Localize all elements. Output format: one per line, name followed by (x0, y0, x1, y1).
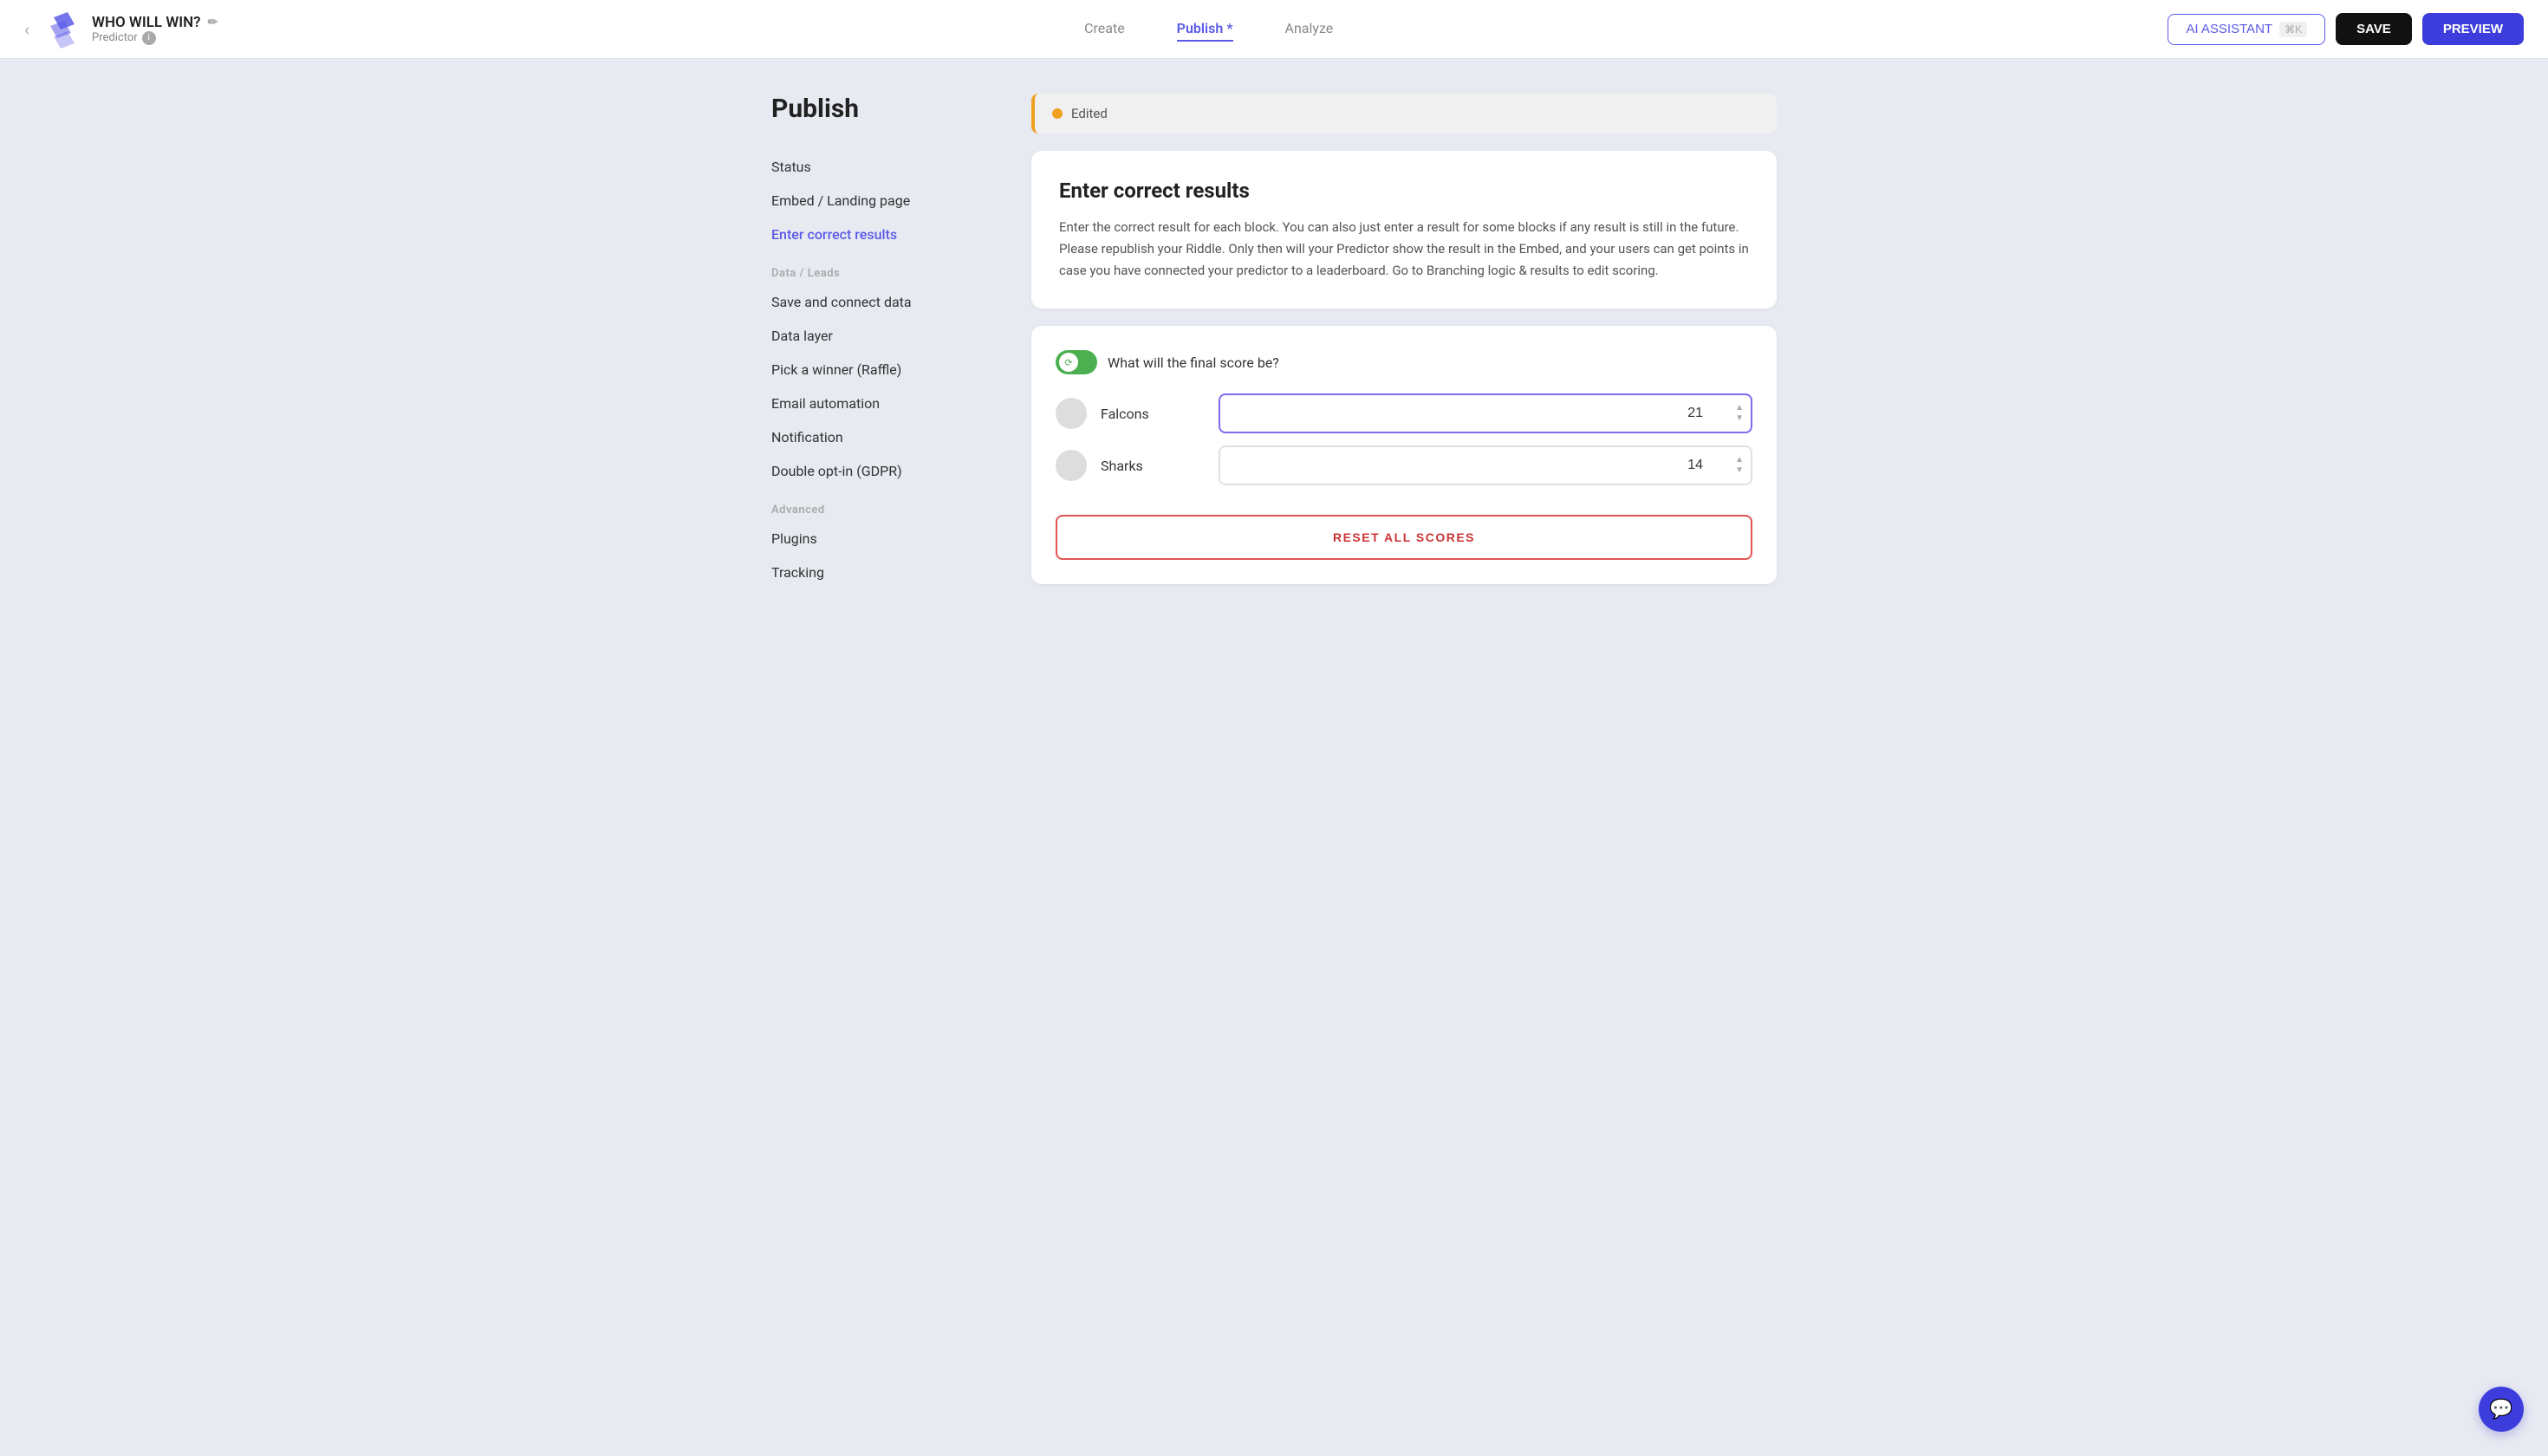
falcons-score-down[interactable]: ▼ (1735, 413, 1744, 424)
main-layout: Publish Status Embed / Landing page Ente… (754, 59, 1794, 624)
sidebar-item-raffle[interactable]: Pick a winner (Raffle) (771, 353, 997, 387)
nav-publish[interactable]: Publish * (1177, 16, 1233, 42)
sidebar-section-advanced: Advanced (771, 504, 997, 517)
chat-icon: 💬 (2489, 1399, 2512, 1420)
falcons-name: Falcons (1101, 406, 1205, 422)
falcons-avatar (1056, 398, 1087, 429)
sidebar-item-status[interactable]: Status (771, 150, 997, 184)
reset-all-scores-button[interactable]: RESET ALL SCORES (1056, 515, 1752, 560)
chat-bubble[interactable]: 💬 (2479, 1387, 2524, 1432)
sharks-score-wrap: ▲ ▼ (1219, 445, 1752, 485)
sidebar-section-data-leads: Data / Leads (771, 267, 997, 280)
edited-banner: Edited (1031, 94, 1777, 133)
nav-analyze[interactable]: Analyze (1285, 16, 1334, 42)
toggle-button[interactable]: ⟳ (1056, 350, 1097, 374)
header: ‹ WHO WILL WIN? ✏ Predictor i Create Pub… (0, 0, 2548, 59)
back-arrow[interactable]: ‹ (24, 19, 29, 40)
info-card: Enter correct results Enter the correct … (1031, 151, 1777, 309)
falcons-spinners: ▲ ▼ (1735, 403, 1744, 424)
header-actions: AI ASSISTANT ⌘K SAVE PREVIEW (2168, 13, 2524, 45)
preview-button[interactable]: PREVIEW (2422, 13, 2524, 45)
sidebar-item-data-layer[interactable]: Data layer (771, 319, 997, 353)
info-card-title: Enter correct results (1059, 179, 1749, 203)
ai-label: AI ASSISTANT (2186, 22, 2272, 36)
project-info: WHO WILL WIN? ✏ Predictor i (92, 14, 218, 45)
sharks-score-down[interactable]: ▼ (1735, 465, 1744, 476)
ai-shortcut: ⌘K (2279, 22, 2307, 37)
falcons-score-wrap: ▲ ▼ (1219, 393, 1752, 433)
sidebar-nav: Status Embed / Landing page Enter correc… (771, 150, 997, 589)
sidebar-item-tracking[interactable]: Tracking (771, 556, 997, 589)
ai-assistant-button[interactable]: AI ASSISTANT ⌘K (2168, 14, 2325, 45)
sidebar-item-embed[interactable]: Embed / Landing page (771, 184, 997, 218)
toggle-icon: ⟳ (1059, 353, 1078, 372)
sharks-spinners: ▲ ▼ (1735, 455, 1744, 476)
question-row: ⟳ What will the final score be? (1056, 350, 1752, 374)
sidebar-item-results[interactable]: Enter correct results (771, 218, 997, 251)
subtitle-text: Predictor (92, 31, 138, 44)
project-subtitle: Predictor i (92, 31, 218, 45)
header-left: ‹ WHO WILL WIN? ✏ Predictor i (24, 10, 250, 49)
sidebar-title: Publish (771, 94, 997, 124)
score-card: ⟳ What will the final score be? Falcons … (1031, 326, 1777, 584)
sharks-name: Sharks (1101, 458, 1205, 474)
edited-text: Edited (1071, 106, 1108, 121)
sidebar: Publish Status Embed / Landing page Ente… (771, 94, 997, 589)
sidebar-item-plugins[interactable]: Plugins (771, 522, 997, 556)
logo-icon (43, 10, 81, 49)
edited-dot (1052, 108, 1063, 119)
team-row-falcons: Falcons ▲ ▼ (1056, 393, 1752, 433)
sidebar-item-gdpr[interactable]: Double opt-in (GDPR) (771, 454, 997, 488)
project-title-text: WHO WILL WIN? (92, 14, 201, 31)
sharks-avatar (1056, 450, 1087, 481)
falcons-score-input[interactable] (1219, 393, 1752, 433)
sidebar-item-notification[interactable]: Notification (771, 420, 997, 454)
content-area: Edited Enter correct results Enter the c… (1031, 94, 1777, 589)
info-icon[interactable]: i (142, 31, 156, 45)
sharks-score-input[interactable] (1219, 445, 1752, 485)
edit-icon[interactable]: ✏ (208, 16, 218, 29)
sharks-score-up[interactable]: ▲ (1735, 455, 1744, 465)
falcons-score-up[interactable]: ▲ (1735, 403, 1744, 413)
sidebar-item-email-auto[interactable]: Email automation (771, 387, 997, 420)
team-row-sharks: Sharks ▲ ▼ (1056, 445, 1752, 485)
question-text: What will the final score be? (1108, 354, 1279, 371)
header-nav: Create Publish * Analyze (250, 16, 2168, 42)
info-card-body: Enter the correct result for each block.… (1059, 217, 1749, 281)
sidebar-item-save-connect[interactable]: Save and connect data (771, 285, 997, 319)
save-button[interactable]: SAVE (2336, 13, 2412, 45)
project-title: WHO WILL WIN? ✏ (92, 14, 218, 31)
nav-create[interactable]: Create (1084, 16, 1125, 42)
